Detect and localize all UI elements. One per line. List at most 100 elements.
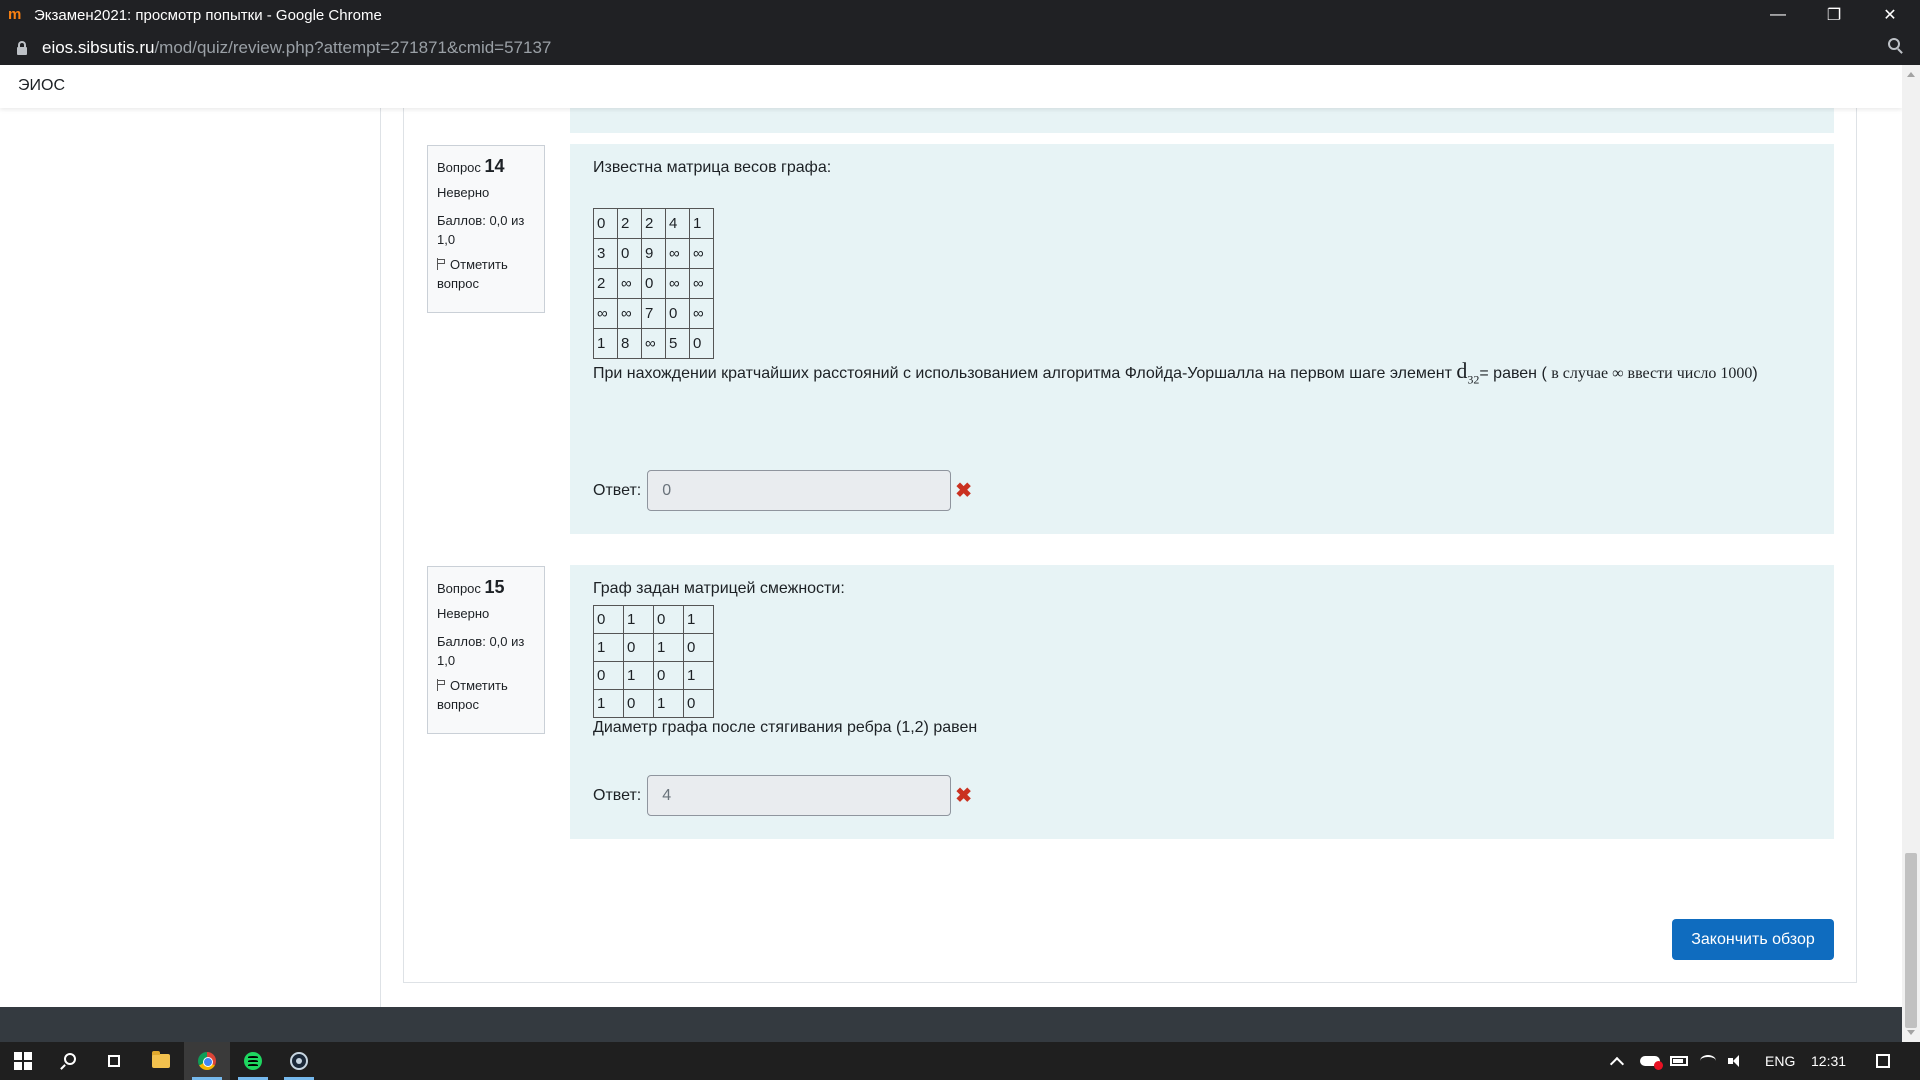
finish-review-button[interactable]: Закончить обзор bbox=[1672, 919, 1834, 960]
steam-icon[interactable] bbox=[290, 1052, 308, 1070]
question-text-part: = равен ( bbox=[1479, 365, 1552, 382]
answer-input: 4 bbox=[647, 775, 952, 816]
flag-question-link[interactable]: Отметить вопрос bbox=[437, 676, 535, 714]
question-note: в случае ∞ ввести число 1000 bbox=[1551, 365, 1753, 382]
matrix-cell: ∞ bbox=[641, 328, 666, 359]
matrix-cell: ∞ bbox=[665, 238, 690, 269]
answer-label: Ответ: bbox=[593, 481, 642, 499]
matrix-cell: 0 bbox=[593, 605, 624, 634]
matrix-cell: ∞ bbox=[617, 298, 642, 329]
matrix-cell: 0 bbox=[683, 633, 714, 662]
chevron-up-icon[interactable] bbox=[1609, 1056, 1625, 1072]
scroll-down-icon[interactable] bbox=[1907, 1030, 1915, 1035]
matrix-cell: 0 bbox=[623, 689, 654, 718]
flag-label[interactable]: Отметить вопрос bbox=[437, 678, 508, 712]
taskbar-search-button[interactable] bbox=[46, 1042, 92, 1080]
matrix-cell: 2 bbox=[617, 208, 642, 239]
scroll-up-icon[interactable] bbox=[1907, 72, 1915, 77]
matrix-cell: ∞ bbox=[689, 268, 714, 299]
site-brand-link[interactable]: ЭИОС bbox=[18, 77, 65, 95]
flag-label[interactable]: Отметить вопрос bbox=[437, 257, 508, 291]
matrix-cell: 0 bbox=[623, 633, 654, 662]
battery-icon[interactable] bbox=[1670, 1056, 1688, 1066]
tray-wifi[interactable] bbox=[1700, 1042, 1716, 1080]
spotify-icon[interactable] bbox=[244, 1052, 262, 1070]
windows-logo-icon[interactable] bbox=[14, 1052, 32, 1070]
matrix-element-d32: d32 bbox=[1456, 358, 1480, 387]
page-scrollbar[interactable] bbox=[1902, 65, 1920, 1042]
task-view-icon[interactable] bbox=[106, 1053, 124, 1069]
matrix-cell: 0 bbox=[617, 238, 642, 269]
flag-question-link[interactable]: Отметить вопрос bbox=[437, 255, 535, 293]
matrix-cell: 0 bbox=[593, 661, 624, 690]
question-number: Вопрос 15 bbox=[437, 577, 535, 598]
adjacency-matrix: 0101101001011010 bbox=[593, 605, 714, 718]
volume-icon[interactable] bbox=[1728, 1055, 1742, 1067]
onedrive-icon[interactable] bbox=[1640, 1056, 1663, 1070]
maximize-button[interactable]: ❐ bbox=[1806, 0, 1862, 30]
matrix-cell: 3 bbox=[593, 238, 618, 269]
matrix-cell: 1 bbox=[683, 661, 714, 690]
answer-label: Ответ: bbox=[593, 786, 642, 804]
tray-onedrive[interactable] bbox=[1640, 1042, 1663, 1080]
matrix-row: 0101 bbox=[593, 661, 714, 690]
task-view-button[interactable] bbox=[92, 1042, 138, 1080]
taskbar-spotify[interactable] bbox=[230, 1042, 276, 1080]
question-text: Диаметр графа после стягивания ребра (1,… bbox=[593, 719, 978, 736]
taskbar-steam[interactable] bbox=[276, 1042, 322, 1080]
language-indicator[interactable]: ENG bbox=[1765, 1042, 1795, 1080]
notifications-button[interactable] bbox=[1876, 1042, 1890, 1080]
matrix-cell: 1 bbox=[593, 633, 624, 662]
sidebar-divider bbox=[380, 108, 381, 1007]
matrix-cell: ∞ bbox=[665, 268, 690, 299]
tray-battery[interactable] bbox=[1670, 1042, 1688, 1080]
matrix-cell: ∞ bbox=[593, 298, 618, 329]
matrix-cell: 4 bbox=[665, 208, 690, 239]
tray-volume[interactable] bbox=[1728, 1042, 1742, 1080]
matrix-cell: 0 bbox=[593, 208, 618, 239]
question-content-14: Известна матрица весов графа: 0 2 2 4 1 3 0 9 ∞ ∞… bbox=[570, 144, 1834, 534]
matrix-cell: ∞ bbox=[689, 238, 714, 269]
flag-icon[interactable] bbox=[437, 258, 447, 270]
folder-icon[interactable] bbox=[152, 1051, 170, 1068]
address-bar[interactable]: eios.sibsutis.ru/mod/quiz/review.php?att… bbox=[0, 30, 1920, 65]
search-icon[interactable] bbox=[60, 1053, 77, 1070]
notification-icon[interactable] bbox=[1876, 1054, 1890, 1068]
matrix-cell: 0 bbox=[689, 328, 714, 359]
matrix-cell: 0 bbox=[653, 605, 684, 634]
window-title: Экзамен2021: просмотр попытки - Google C… bbox=[34, 6, 382, 24]
flag-icon[interactable] bbox=[437, 679, 447, 691]
matrix-cell: 1 bbox=[623, 605, 654, 634]
matrix-cell: 1 bbox=[683, 605, 714, 634]
taskbar-explorer[interactable] bbox=[138, 1042, 184, 1080]
weight-matrix: 0 2 2 4 1 3 0 9 ∞ ∞ 2 ∞ 0 ∞ ∞ ∞ ∞ 7 0 ∞ 1 8 ∞ 5 0 bbox=[593, 208, 714, 359]
clock[interactable]: 12:31 bbox=[1811, 1042, 1846, 1080]
question-intro: Известна матрица весов графа: bbox=[593, 159, 832, 176]
wifi-icon[interactable] bbox=[1700, 1055, 1716, 1067]
matrix-cell: 0 bbox=[665, 298, 690, 329]
question-grade: Баллов: 0,0 из 1,0 bbox=[437, 634, 525, 668]
matrix-cell: 0 bbox=[641, 268, 666, 299]
matrix-row: 1010 bbox=[593, 633, 714, 662]
taskbar-chrome[interactable] bbox=[184, 1042, 230, 1080]
start-button[interactable] bbox=[0, 1042, 46, 1080]
matrix-cell: 1 bbox=[593, 689, 624, 718]
answer-row: Ответ: 0 ✖ bbox=[593, 470, 972, 511]
matrix-row: 1010 bbox=[593, 689, 714, 718]
moodle-logo-icon: m bbox=[8, 6, 22, 23]
matrix-row: 3 0 9 ∞ ∞ bbox=[593, 238, 714, 269]
minimize-button[interactable]: — bbox=[1750, 0, 1806, 30]
url-text[interactable]: eios.sibsutis.ru/mod/quiz/review.php?att… bbox=[42, 38, 551, 58]
question-state: Неверно bbox=[437, 185, 490, 200]
scrollbar-thumb[interactable] bbox=[1905, 853, 1917, 1028]
question-label: Вопрос bbox=[437, 581, 481, 596]
matrix-cell: 8 bbox=[617, 328, 642, 359]
tray-overflow[interactable] bbox=[1609, 1042, 1625, 1080]
zoom-icon[interactable] bbox=[1888, 38, 1904, 54]
chrome-icon[interactable] bbox=[198, 1052, 216, 1070]
matrix-cell: 1 bbox=[593, 328, 618, 359]
question-num: 14 bbox=[484, 156, 505, 176]
matrix-cell: ∞ bbox=[617, 268, 642, 299]
close-button[interactable]: ✕ bbox=[1862, 0, 1918, 30]
lock-icon[interactable] bbox=[17, 40, 27, 55]
